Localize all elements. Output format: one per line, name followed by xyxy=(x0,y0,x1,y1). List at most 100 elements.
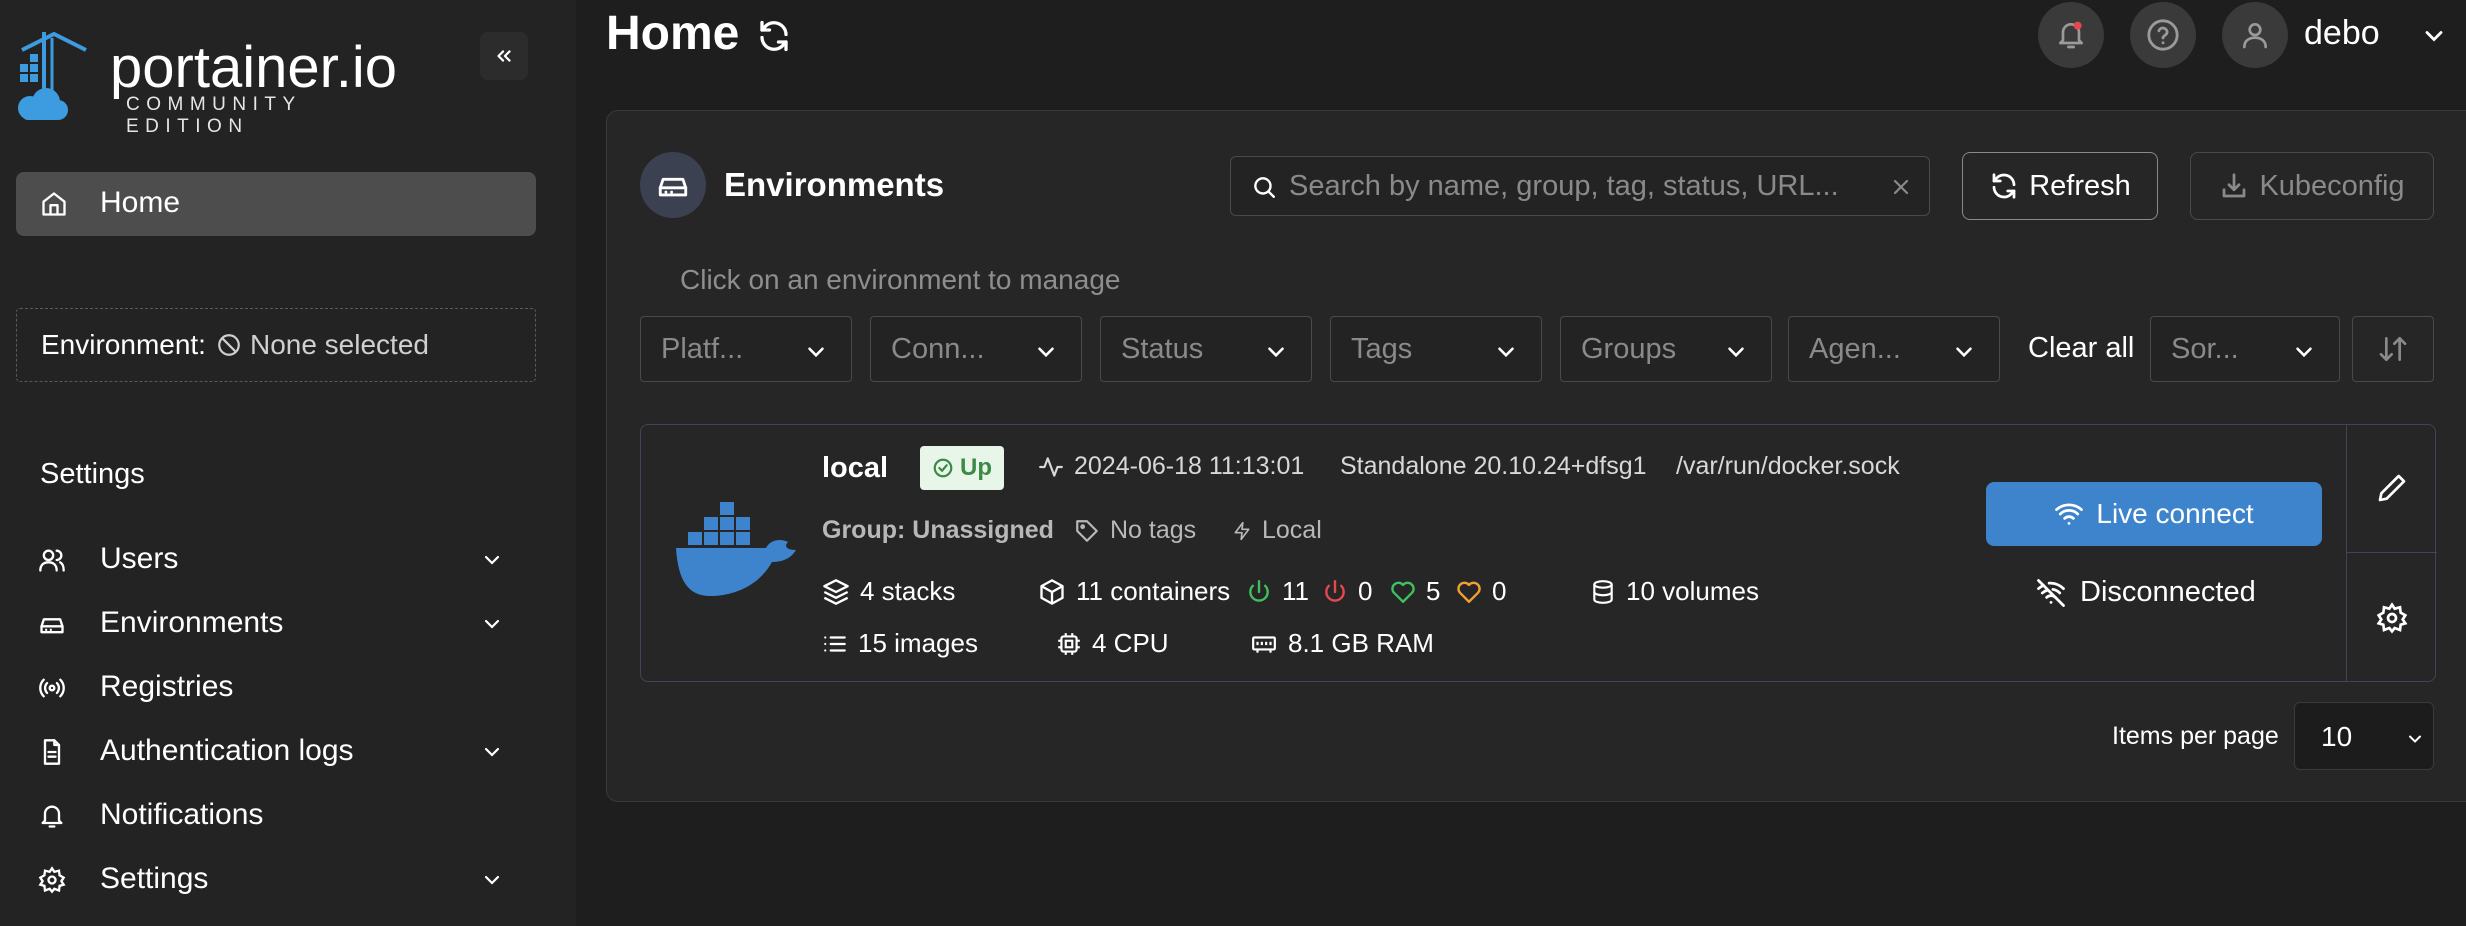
chevron-down-icon xyxy=(1033,339,1059,365)
chevron-down-icon[interactable] xyxy=(480,612,504,636)
heart-off-icon xyxy=(1457,581,1481,603)
environments-title: Environments xyxy=(724,166,945,203)
containers-text: 11 containers xyxy=(1076,576,1231,606)
kubeconfig-button[interactable]: Kubeconfig xyxy=(2190,152,2434,220)
stopped-count: 0 xyxy=(1322,576,1372,607)
environment-type: Standalone 20.10.24+dfsg1 xyxy=(1340,452,1647,480)
chevron-down-icon xyxy=(1723,339,1749,365)
refresh-button-label: Refresh xyxy=(2029,169,2131,202)
sidebar-item-registries[interactable]: Registries xyxy=(0,660,576,716)
download-icon xyxy=(2223,173,2246,198)
environment-card-actions xyxy=(2346,424,2437,682)
volumes-count: 10 volumes xyxy=(1590,576,1759,607)
platform-filter[interactable]: Platf... xyxy=(640,316,852,382)
environment-settings-button[interactable] xyxy=(2347,553,2437,682)
live-connect-button[interactable]: Live connect xyxy=(1986,482,2322,546)
sidebar-item-label: Registries xyxy=(100,670,234,703)
arrow-down-up-icon xyxy=(2379,337,2407,361)
chevron-down-icon[interactable] xyxy=(2420,22,2448,50)
unhealthy-count: 0 xyxy=(1456,576,1506,607)
activity-icon xyxy=(1039,456,1063,477)
status-filter[interactable]: Status xyxy=(1100,316,1312,382)
hint-text: Click on an environment to manage xyxy=(680,264,1121,295)
tags-filter[interactable]: Tags xyxy=(1330,316,1542,382)
chevron-down-icon xyxy=(2405,729,2425,749)
search-icon xyxy=(1251,174,1277,200)
healthy-text: 5 xyxy=(1426,576,1441,606)
collapse-sidebar-button[interactable] xyxy=(480,32,528,80)
groups-filter[interactable]: Groups xyxy=(1560,316,1772,382)
sort-label: Sor... xyxy=(2171,333,2239,365)
file-text-icon xyxy=(38,738,66,766)
power-off-icon xyxy=(1325,579,1345,602)
hard-drive-icon xyxy=(38,610,66,638)
sidebar-item-label: Authentication logs xyxy=(100,734,354,767)
clear-all-button[interactable]: Clear all xyxy=(2028,332,2134,365)
users-icon xyxy=(38,546,66,574)
refresh-icon[interactable] xyxy=(756,18,792,54)
sidebar-item-label: Notifications xyxy=(100,798,264,831)
chevron-down-icon[interactable] xyxy=(480,868,504,892)
gear-icon xyxy=(2376,601,2408,633)
sidebar-item-label: Environments xyxy=(100,606,284,639)
sidebar-item-authentication-logs[interactable]: Authentication logs xyxy=(0,724,576,780)
chevron-down-icon[interactable] xyxy=(480,740,504,764)
chevron-down-icon xyxy=(1951,339,1977,365)
user-name[interactable]: debo xyxy=(2304,14,2380,53)
sidebar-item-label: Home xyxy=(100,186,181,219)
database-icon xyxy=(1593,579,1613,604)
portainer-crane-icon xyxy=(18,31,87,120)
chevron-down-icon[interactable] xyxy=(480,548,504,572)
items-per-page-value: 10 xyxy=(2321,721,2353,752)
running-count: 11 xyxy=(1246,576,1309,607)
sidebar-item-home[interactable]: Home xyxy=(16,172,536,236)
items-per-page-label: Items per page xyxy=(2112,722,2279,750)
sort-direction-button[interactable] xyxy=(2352,316,2434,382)
tag-icon xyxy=(1076,519,1098,542)
pencil-icon xyxy=(2378,474,2406,502)
bell-icon xyxy=(2059,21,2083,49)
cpu-text: 4 CPU xyxy=(1092,628,1169,658)
help-button[interactable] xyxy=(2130,2,2196,68)
refresh-button[interactable]: Refresh xyxy=(1962,152,2158,220)
list-icon xyxy=(824,635,846,652)
environment-socket: /var/run/docker.sock xyxy=(1676,452,1900,480)
kubeconfig-button-label: Kubeconfig xyxy=(2259,169,2405,202)
chevron-down-icon xyxy=(803,339,829,365)
edit-environment-button[interactable] xyxy=(2347,424,2437,553)
bell-icon xyxy=(38,802,66,830)
stacks-text: 4 stacks xyxy=(860,576,956,606)
sidebar-item-settings[interactable]: Settings xyxy=(0,852,576,908)
user-avatar[interactable] xyxy=(2222,2,2288,68)
ram-text: 8.1 GB RAM xyxy=(1288,628,1434,658)
filter-label: Status xyxy=(1121,333,1204,365)
notifications-button[interactable] xyxy=(2038,2,2104,68)
wifi-icon xyxy=(2055,503,2084,525)
unhealthy-text: 0 xyxy=(1492,576,1507,606)
radio-icon xyxy=(38,674,66,702)
search-input[interactable] xyxy=(1289,165,1869,207)
help-circle-icon xyxy=(2147,19,2179,51)
tags-text: No tags xyxy=(1110,516,1197,544)
items-per-page-select[interactable]: 10 xyxy=(2294,702,2434,770)
containers-count: 11 containers xyxy=(1038,576,1230,607)
cpu-icon xyxy=(1058,632,1080,655)
chevron-down-icon xyxy=(1493,339,1519,365)
filter-label: Tags xyxy=(1351,333,1413,365)
cpu-count: 4 CPU xyxy=(1056,628,1169,659)
agent-version-filter[interactable]: Agen... xyxy=(1788,316,2000,382)
close-icon[interactable] xyxy=(1889,175,1913,199)
wifi-off-icon xyxy=(2037,578,2065,607)
sort-by-select[interactable]: Sor... xyxy=(2150,316,2340,382)
sidebar-item-environments[interactable]: Environments xyxy=(0,596,576,652)
sidebar-item-users[interactable]: Users xyxy=(0,532,576,588)
connection-status-text: Disconnected xyxy=(2080,576,2256,608)
filter-label: Conn... xyxy=(891,333,985,365)
portainer-logo[interactable]: portainer.io COMMUNITY EDITION xyxy=(14,30,404,137)
box-icon xyxy=(1040,578,1064,605)
healthy-count: 5 xyxy=(1390,576,1440,607)
sidebar-item-notifications[interactable]: Notifications xyxy=(0,788,576,844)
connection-filter[interactable]: Conn... xyxy=(870,316,1082,382)
status-badge: Up xyxy=(920,446,1004,490)
zap-icon xyxy=(1234,521,1250,540)
